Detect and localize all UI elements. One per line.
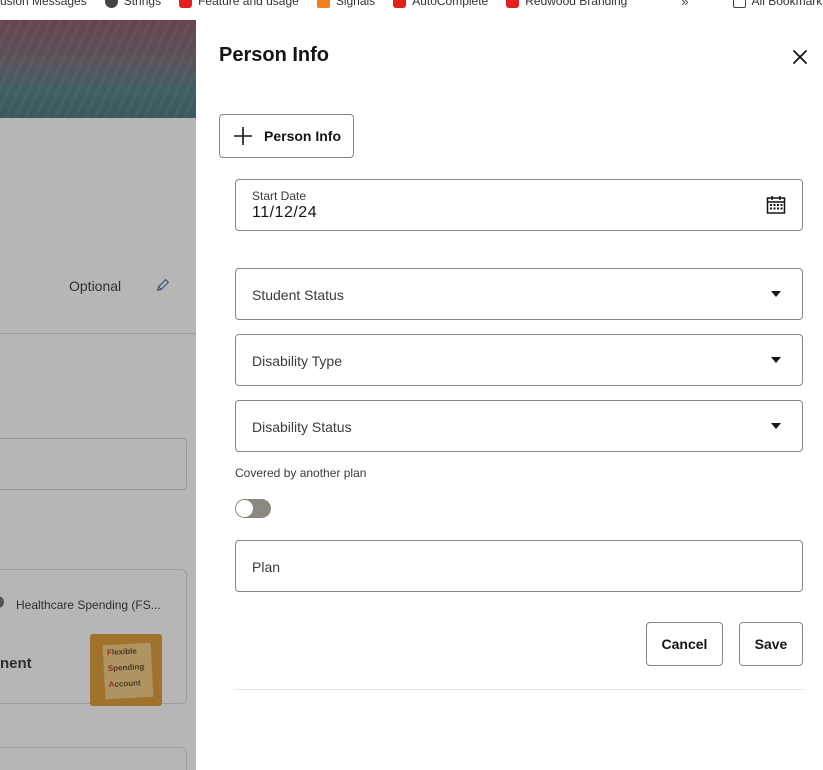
bookmark-fusion-messages[interactable]: usion Messages [0, 0, 87, 8]
background-input-box[interactable] [0, 438, 187, 490]
bookmark-redwood-branding[interactable]: Redwood Branding [506, 0, 627, 8]
add-person-info-button[interactable]: Person Info [219, 114, 354, 158]
caret-down-icon [771, 357, 781, 363]
caret-down-icon [771, 423, 781, 429]
pencil-icon[interactable] [156, 278, 170, 292]
disability-type-select[interactable]: Disability Type [235, 334, 803, 386]
save-button[interactable]: Save [739, 622, 803, 666]
flexible-spending-account-image: Flexible Spending Account [90, 634, 162, 706]
cancel-button[interactable]: Cancel [646, 622, 723, 666]
disability-type-label: Disability Type [252, 353, 343, 369]
close-button[interactable] [788, 45, 812, 69]
calendar-icon[interactable] [766, 195, 786, 215]
divider [0, 333, 196, 334]
folder-icon [732, 0, 746, 8]
bookmarks-bar: usion Messages Strings Feature and usage… [0, 0, 823, 8]
more-bookmarks-chevron-icon[interactable]: » [681, 0, 688, 8]
toggle-knob [236, 500, 253, 517]
background-page: Optional Healthcare Spending (FS... nent… [0, 20, 196, 770]
student-status-select[interactable]: Student Status [235, 268, 803, 320]
benefit-card-plan-name: Healthcare Spending (FS... [16, 598, 161, 612]
oracle-icon [506, 0, 520, 8]
drawer-title: Person Info [219, 44, 330, 66]
caret-down-icon [771, 291, 781, 297]
oracle-icon [179, 0, 193, 8]
disability-status-select[interactable]: Disability Status [235, 400, 803, 452]
hero-banner [0, 20, 196, 118]
close-icon [793, 50, 807, 64]
benefit-card-title: nent [0, 655, 32, 672]
start-date-label: Start Date [252, 189, 307, 203]
globe-icon [104, 0, 118, 8]
person-info-drawer: Person Info Person Info Start Date 11/12… [196, 20, 823, 770]
plan-field[interactable]: Plan [235, 540, 803, 592]
bookmark-strings[interactable]: Strings [104, 0, 161, 8]
bookmark-feature-usage[interactable]: Feature and usage [179, 0, 299, 8]
disability-status-label: Disability Status [252, 419, 352, 435]
covered-by-another-plan-label: Covered by another plan [235, 466, 367, 480]
bookmark-autocomplete[interactable]: AutoComplete [393, 0, 488, 8]
bookmark-signals[interactable]: Signals [316, 0, 375, 8]
plan-label: Plan [252, 559, 281, 575]
signal-icon [316, 0, 330, 8]
oracle-icon [393, 0, 407, 8]
plus-icon [234, 127, 252, 145]
start-date-value: 11/12/24 [252, 204, 318, 221]
background-card-bottom [0, 747, 187, 770]
student-status-label: Student Status [252, 287, 344, 303]
start-date-field[interactable]: Start Date 11/12/24 [235, 179, 803, 231]
footer-divider [235, 689, 803, 690]
all-bookmarks[interactable]: All Bookmarks [732, 0, 823, 8]
covered-by-another-plan-toggle[interactable] [235, 499, 271, 518]
optional-label: Optional [69, 278, 122, 294]
